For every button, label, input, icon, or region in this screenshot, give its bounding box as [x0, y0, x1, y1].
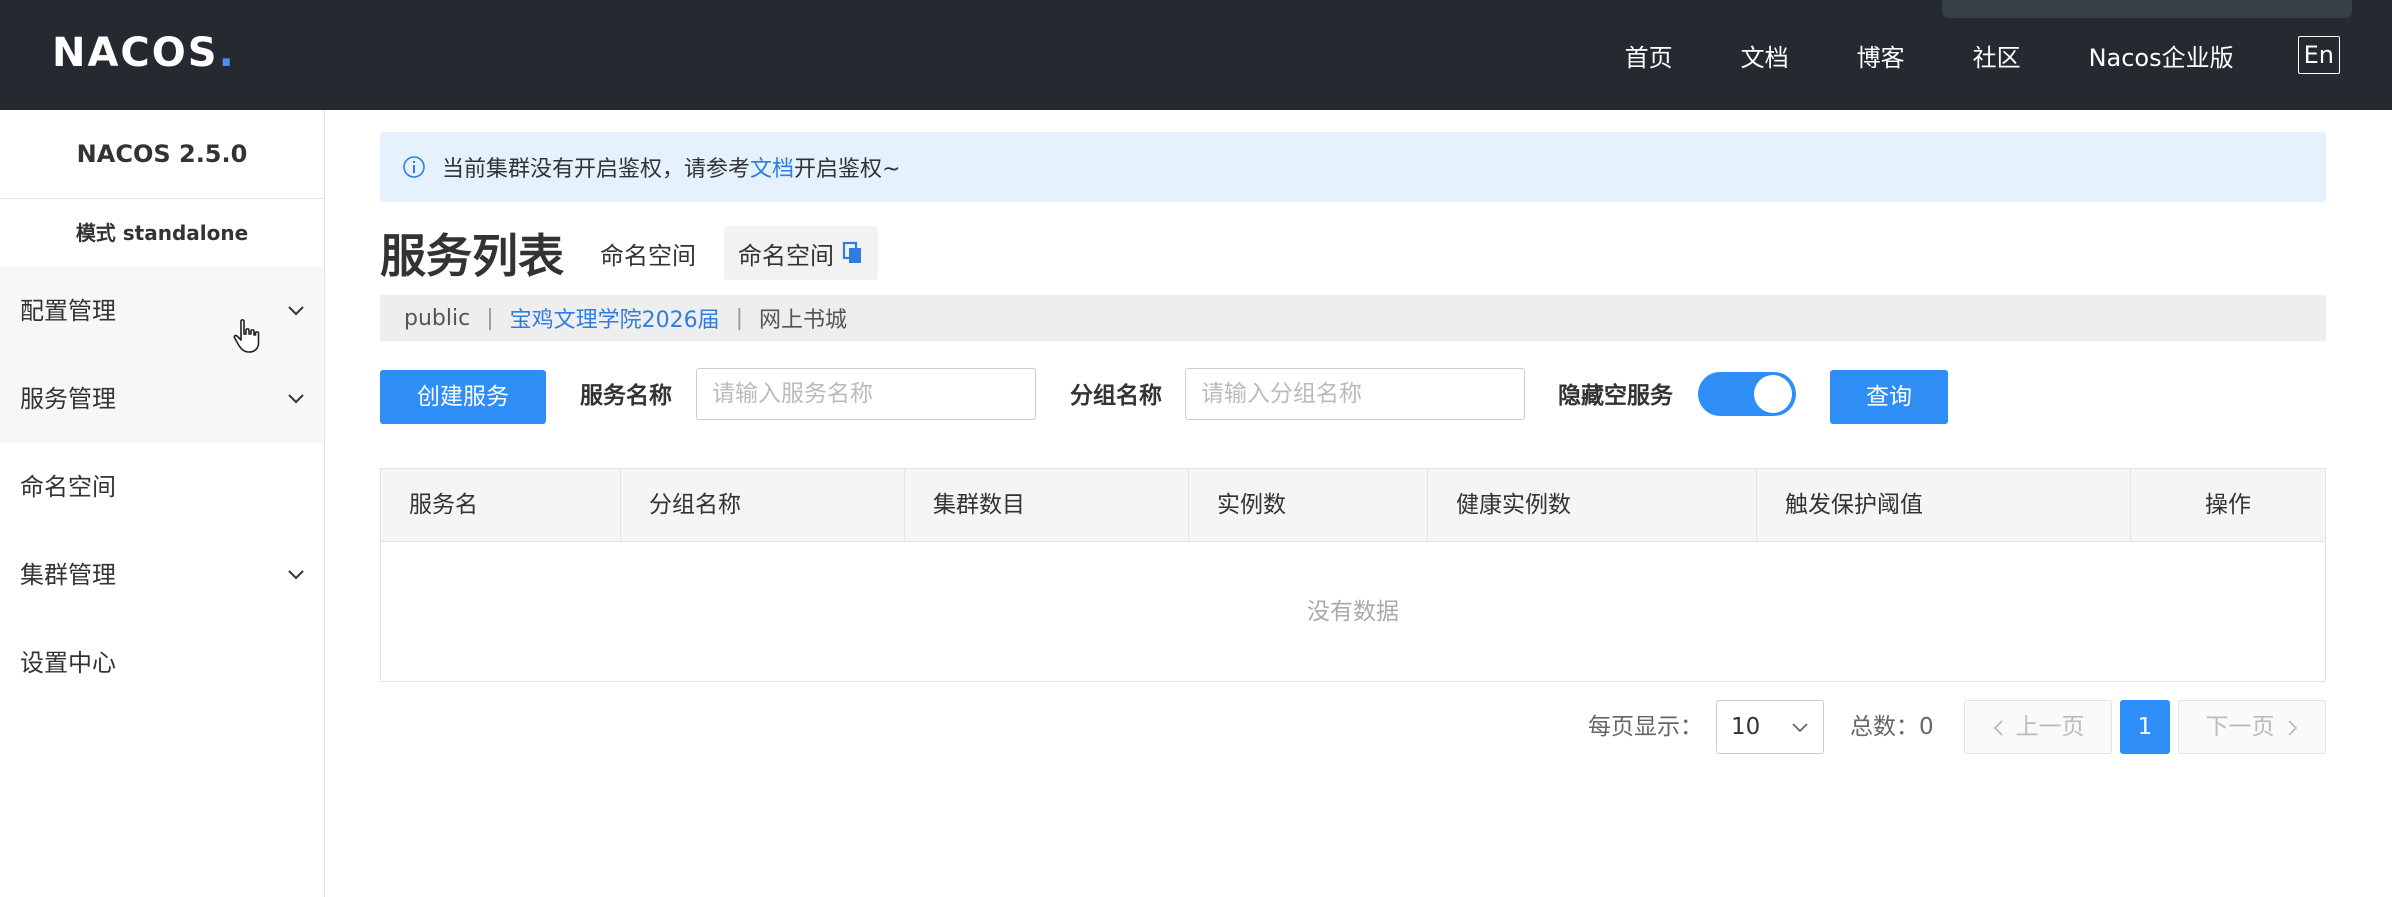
nacos-logo[interactable]: NACOS. [52, 28, 236, 78]
total-count: 总数：0 [1850, 700, 1934, 754]
nav-community[interactable]: 社区 [1973, 38, 2021, 73]
namespace-option-active[interactable]: 宝鸡文理学院2026届 [510, 302, 720, 334]
prev-page-label: 上一页 [2015, 714, 2085, 740]
chevron-down-icon [1792, 723, 1808, 733]
column-header-service-name: 服务名 [381, 469, 621, 541]
sidebar-item-label: 集群管理 [20, 561, 116, 589]
sidebar-item-label: 设置中心 [20, 649, 116, 677]
hide-empty-services-toggle[interactable] [1698, 372, 1796, 416]
table-empty-text: 没有数据 [1307, 599, 1399, 625]
namespace-label: 命名空间 [600, 241, 696, 270]
per-page-select[interactable]: 10 [1716, 700, 1824, 754]
sidebar: NACOS 2.5.0 模式 standalone 配置管理 服务管理 命名空间… [0, 110, 325, 897]
sidebar-item-label: 配置管理 [20, 297, 116, 325]
page-number-current[interactable]: 1 [2120, 700, 2170, 754]
column-header-protect-threshold: 触发保护阈值 [1757, 469, 2131, 541]
chevron-down-icon [288, 570, 304, 580]
namespace-selector-bar: public | 宝鸡文理学院2026届 | 网上书城 [380, 295, 2326, 341]
total-label: 总数： [1850, 714, 1919, 740]
chevron-left-icon [1993, 719, 2003, 736]
nav-home[interactable]: 首页 [1625, 38, 1673, 73]
notice-docs-link[interactable]: 文档 [750, 151, 794, 183]
group-name-label: 分组名称 [1070, 383, 1162, 409]
page-title: 服务列表 [380, 229, 564, 283]
sidebar-item-label: 服务管理 [20, 385, 116, 413]
service-name-input[interactable] [696, 368, 1036, 420]
chevron-right-icon [2287, 719, 2297, 736]
sidebar-item-config-management[interactable]: 配置管理 [0, 267, 324, 355]
sidebar-item-service-management[interactable]: 服务管理 [0, 355, 324, 443]
notice-text-prefix: 当前集群没有开启鉴权，请参考 [442, 157, 751, 182]
hand-cursor-icon [233, 319, 260, 353]
toggle-knob [1754, 375, 1792, 413]
column-header-instance-count: 实例数 [1189, 469, 1428, 541]
filter-row: 创建服务 服务名称 分组名称 隐藏空服务 查询 [380, 368, 2326, 424]
sidebar-mode: 模式 standalone [75, 221, 249, 245]
service-name-label: 服务名称 [580, 383, 672, 409]
pagination: 每页显示： 10 总数：0 上一页 1 下一页 [0, 700, 2392, 754]
top-nav: 首页 文档 博客 社区 Nacos企业版 En [1625, 0, 2392, 110]
logo-text: NACOS [52, 30, 219, 76]
sidebar-item-namespace[interactable]: 命名空间 [0, 443, 324, 531]
nav-blog[interactable]: 博客 [1857, 38, 1905, 73]
top-navbar: NACOS. 首页 文档 博客 社区 Nacos企业版 En [0, 0, 2392, 110]
sidebar-item-label: 命名空间 [20, 473, 116, 501]
next-page-label: 下一页 [2205, 714, 2275, 740]
table-header: 服务名 分组名称 集群数目 实例数 健康实例数 触发保护阈值 操作 [381, 469, 2325, 542]
sidebar-item-settings[interactable]: 设置中心 [0, 619, 324, 707]
column-header-actions: 操作 [2205, 492, 2251, 518]
total-value: 0 [1919, 714, 1934, 740]
query-button[interactable]: 查询 [1830, 370, 1948, 424]
title-row: 服务列表 命名空间 命名空间 [380, 222, 878, 284]
namespace-separator: | [735, 305, 744, 331]
hide-empty-services-label: 隐藏空服务 [1558, 383, 1673, 409]
create-service-button[interactable]: 创建服务 [380, 370, 546, 424]
namespace-copy-chip[interactable]: 命名空间 [724, 226, 878, 280]
sidebar-version: NACOS 2.5.0 [0, 110, 324, 199]
chevron-down-icon [288, 394, 304, 404]
info-icon [403, 156, 425, 178]
next-page-button[interactable]: 下一页 [2178, 700, 2326, 754]
namespace-option-public[interactable]: public [404, 306, 470, 331]
chevron-down-icon [288, 306, 304, 316]
notice-text-suffix: 开启鉴权~ [794, 157, 901, 182]
group-name-input[interactable] [1185, 368, 1525, 420]
namespace-chip-label: 命名空间 [738, 241, 834, 270]
service-table: 服务名 分组名称 集群数目 实例数 健康实例数 触发保护阈值 操作 没有数据 [380, 468, 2326, 682]
copy-icon[interactable] [842, 241, 864, 265]
auth-notice-banner: 当前集群没有开启鉴权，请参考 文档 开启鉴权~ [380, 132, 2326, 202]
nav-docs[interactable]: 文档 [1741, 38, 1789, 73]
namespace-separator: | [486, 305, 494, 331]
prev-page-button[interactable]: 上一页 [1964, 700, 2112, 754]
logo-dot: . [218, 30, 236, 76]
language-toggle-button[interactable]: En [2297, 36, 2340, 74]
sidebar-item-cluster-management[interactable]: 集群管理 [0, 531, 324, 619]
per-page-value: 10 [1731, 714, 1761, 740]
per-page-label: 每页显示： [1588, 714, 1703, 740]
nav-enterprise[interactable]: Nacos企业版 [2089, 38, 2234, 73]
column-header-group-name: 分组名称 [621, 469, 905, 541]
column-header-healthy-instance-count: 健康实例数 [1428, 469, 1757, 541]
column-header-cluster-count: 集群数目 [905, 469, 1189, 541]
namespace-option-bookstore[interactable]: 网上书城 [759, 302, 847, 334]
